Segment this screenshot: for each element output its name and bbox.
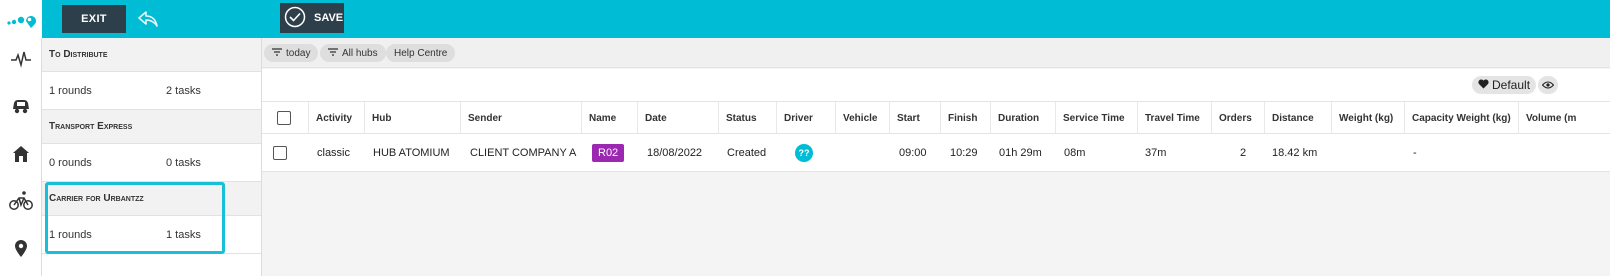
- top-bar: EXIT SAVE: [42, 0, 1610, 38]
- section-title[interactable]: To Distribute: [42, 38, 261, 72]
- vehicle-icon[interactable]: [9, 94, 33, 118]
- section-title[interactable]: Carrier for Urbantzz: [42, 182, 261, 216]
- section-title[interactable]: Transport Express: [42, 110, 261, 144]
- row-checkbox[interactable]: [273, 145, 287, 160]
- help-centre-label: Help Centre: [394, 47, 448, 59]
- view-default-chip[interactable]: Default: [1472, 76, 1537, 94]
- column-header[interactable]: Orders: [1211, 102, 1264, 134]
- eye-icon: [1541, 76, 1555, 94]
- cell-hub: HUB ATOMIUM: [373, 146, 450, 159]
- cell-name: R02: [592, 134, 625, 171]
- column-header[interactable]: Start: [889, 102, 940, 134]
- column-header[interactable]: Capacity Weight (kg): [1404, 102, 1518, 134]
- check-circle-icon: [284, 6, 306, 31]
- cell-start: 09:00: [899, 146, 927, 159]
- column-header[interactable]: Date: [637, 102, 718, 134]
- table-header: Activity Hub Sender Name Date Status Dri…: [262, 101, 1610, 134]
- cell-distance: 18.42 km: [1272, 146, 1318, 159]
- column-header[interactable]: Vehicle: [835, 102, 889, 134]
- column-header[interactable]: Driver: [776, 102, 835, 134]
- exit-button[interactable]: EXIT: [62, 5, 126, 33]
- column-header[interactable]: Activity: [308, 102, 364, 134]
- rounds-count: 1 rounds: [49, 84, 92, 97]
- rounds-count: 0 rounds: [49, 156, 92, 169]
- tasks-count: 0 tasks: [166, 156, 201, 169]
- column-header[interactable]: Weight (kg): [1331, 102, 1404, 134]
- icon-rail: [0, 0, 42, 276]
- filter-icon: [272, 47, 282, 59]
- visibility-toggle[interactable]: [1538, 76, 1558, 94]
- bicycle-icon[interactable]: [9, 189, 33, 213]
- round-name-badge[interactable]: R02: [592, 143, 625, 162]
- row-checkbox-cell: [273, 134, 287, 171]
- column-header[interactable]: Duration: [990, 102, 1055, 134]
- filter-chip-label: All hubs: [342, 47, 378, 59]
- select-all-cell: [262, 102, 305, 134]
- column-header[interactable]: Sender: [460, 102, 581, 134]
- filter-chip-hubs[interactable]: All hubs: [320, 44, 386, 62]
- column-header[interactable]: Finish: [940, 102, 990, 134]
- app: EXIT SAVE To Distribute 1 rounds 2 tasks…: [0, 0, 1610, 276]
- cell-activity: classic: [317, 146, 351, 159]
- rounds-count: 1 rounds: [49, 228, 92, 241]
- cell-finish: 10:29: [950, 146, 978, 159]
- logo-icon[interactable]: [0, 0, 42, 38]
- cell-travel-time: 37m: [1145, 146, 1167, 159]
- column-header[interactable]: Distance: [1264, 102, 1331, 134]
- carrier-panel: To Distribute 1 rounds 2 tasks Transport…: [42, 38, 262, 276]
- help-centre-chip[interactable]: Help Centre: [386, 44, 456, 62]
- activity-icon[interactable]: [9, 47, 33, 71]
- location-pin-icon[interactable]: [9, 237, 33, 261]
- heart-icon: [1478, 78, 1489, 92]
- cell-sender: CLIENT COMPANY A: [470, 146, 577, 159]
- save-button[interactable]: SAVE: [280, 3, 344, 33]
- section-summary[interactable]: 1 rounds 1 tasks: [42, 216, 261, 254]
- cell-date: 18/08/2022: [647, 146, 703, 159]
- tasks-count: 1 tasks: [166, 228, 201, 241]
- home-icon[interactable]: [9, 142, 33, 166]
- cell-orders: 2: [1240, 146, 1247, 159]
- tasks-count: 2 tasks: [166, 84, 201, 97]
- column-header[interactable]: Hub: [364, 102, 460, 134]
- filter-icon: [328, 47, 338, 59]
- main-content: today All hubs Help Centre Default Activ…: [262, 38, 1610, 276]
- filter-chip-today[interactable]: today: [264, 44, 319, 62]
- column-header[interactable]: Volume (m: [1518, 102, 1610, 134]
- cell-duration: 01h 29m: [999, 146, 1042, 159]
- column-header[interactable]: Service Time: [1055, 102, 1137, 134]
- view-toolbar: Default: [262, 69, 1610, 101]
- select-all-checkbox[interactable]: [276, 111, 291, 125]
- driver-badge[interactable]: ??: [795, 143, 813, 162]
- save-label: SAVE: [314, 12, 344, 24]
- column-header[interactable]: Travel Time: [1137, 102, 1211, 134]
- view-default-label: Default: [1492, 78, 1531, 92]
- section-summary[interactable]: 0 rounds 0 tasks: [42, 144, 261, 182]
- table-row[interactable]: classic HUB ATOMIUM CLIENT COMPANY A R02…: [262, 134, 1610, 172]
- cell-service-time: 08m: [1064, 146, 1086, 159]
- cell-driver: ??: [795, 134, 813, 171]
- section-summary[interactable]: 1 rounds 2 tasks: [42, 72, 261, 110]
- cell-capacity-weight: -: [1413, 146, 1417, 159]
- filter-bar: today All hubs Help Centre: [262, 38, 1610, 68]
- undo-icon[interactable]: [136, 8, 160, 30]
- column-header[interactable]: Status: [718, 102, 776, 134]
- filter-chip-label: today: [286, 47, 311, 59]
- column-header[interactable]: Name: [581, 102, 637, 134]
- cell-status: Created: [727, 146, 767, 159]
